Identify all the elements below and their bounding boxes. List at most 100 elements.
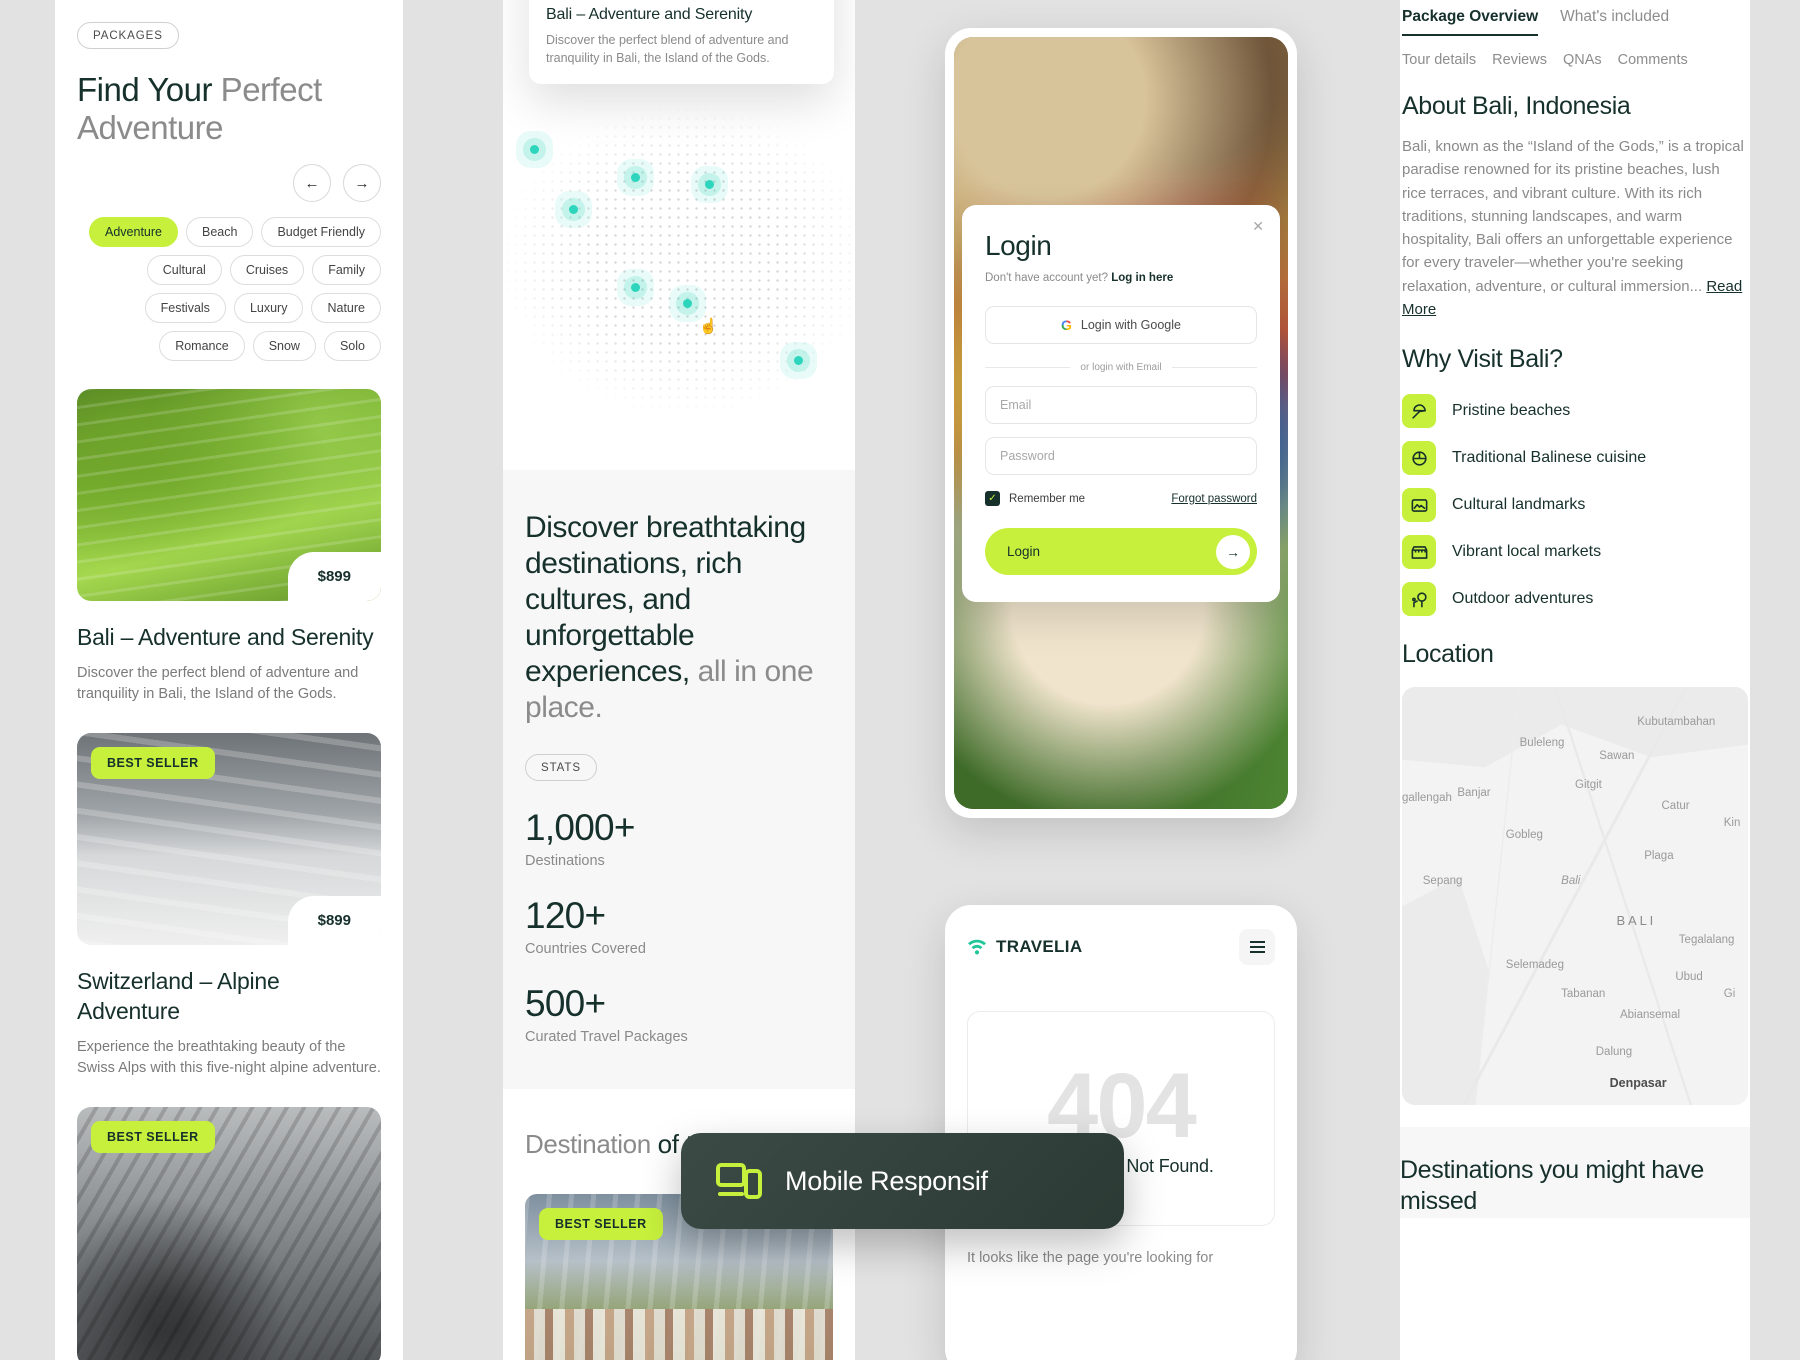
category-tag[interactable]: Cultural: [146, 255, 222, 286]
map-hotspot[interactable]: [683, 299, 692, 308]
password-placeholder: Password: [1000, 449, 1055, 463]
map-place-label: gallengah: [1402, 791, 1452, 804]
world-map-section: ☝ $899 Bali – Adventure and Serenity Dis…: [503, 0, 855, 470]
divider-line: [1171, 367, 1257, 368]
stat-value: 120+: [525, 895, 606, 936]
floating-package-card[interactable]: $899 Bali – Adventure and Serenity Disco…: [529, 0, 834, 85]
category-tag[interactable]: Nature: [311, 293, 381, 324]
carousel-prev-button[interactable]: ←: [293, 164, 331, 203]
map-hotspot[interactable]: [794, 356, 803, 365]
market-stall-icon: [1402, 535, 1436, 569]
page-title: Find Your Perfect Adventure: [77, 71, 381, 146]
mobile-responsive-icon: [716, 1163, 762, 1199]
arrow-left-icon: ←: [304, 174, 320, 192]
arrow-right-icon: →: [1216, 534, 1250, 569]
map-place-label: Gi: [1723, 987, 1736, 1000]
map-place-label: Bali: [1561, 875, 1581, 888]
brand-logo[interactable]: TRAVELIA: [967, 937, 1082, 957]
stats-section: Discover breathtaking destinations, rich…: [503, 470, 855, 1089]
map-place-label: Kubutambahan: [1637, 716, 1716, 729]
best-seller-badge: BEST SELLER: [91, 747, 215, 780]
stat-value: 1,000+: [525, 807, 636, 848]
packages-badge: PACKAGES: [77, 22, 179, 49]
map-place-label: Buleleng: [1519, 737, 1565, 750]
package-title[interactable]: Bali – Adventure and Serenity: [77, 623, 381, 652]
why-visit-item: Vibrant local markets: [1402, 535, 1748, 569]
map-hotspot[interactable]: [631, 283, 640, 292]
stat-label: Destinations: [525, 853, 605, 869]
login-submit-button[interactable]: Login →: [985, 528, 1257, 575]
package-image-bali[interactable]: $899: [77, 389, 381, 602]
category-tag[interactable]: Family: [312, 255, 381, 286]
package-image-paris[interactable]: BEST SELLER: [77, 1106, 381, 1360]
best-seller-badge: BEST SELLER: [91, 1120, 215, 1153]
category-tag[interactable]: Romance: [159, 331, 245, 362]
login-signup-link[interactable]: Log in here: [1111, 272, 1173, 284]
category-tag[interactable]: Budget Friendly: [261, 217, 381, 248]
remember-me-checkbox[interactable]: ✓: [985, 491, 1000, 506]
hamburger-icon: [1249, 946, 1265, 948]
map-place-label: Denpasar: [1609, 1075, 1667, 1090]
password-field[interactable]: Password: [985, 437, 1257, 475]
package-price: $899: [287, 896, 381, 946]
location-title: Location: [1402, 640, 1494, 668]
close-icon[interactable]: ✕: [1252, 218, 1264, 235]
map-hotspot[interactable]: [631, 173, 640, 182]
map-place-label: Selemadeg: [1505, 958, 1564, 971]
tab-what-s-included[interactable]: What's included: [1560, 8, 1669, 34]
location-map[interactable]: Kubutambahan Buleleng Sawan Gitgit gallengah…: [1402, 687, 1748, 1105]
category-tag[interactable]: Festivals: [144, 293, 226, 324]
why-visit-list: Pristine beaches Traditional Balinese cui…: [1402, 394, 1748, 616]
secondary-tabs: Tour details Reviews QNAs Comments: [1402, 52, 1748, 68]
map-roads: [1402, 687, 1748, 1105]
tab-qnas[interactable]: QNAs: [1563, 52, 1602, 68]
remember-me-group[interactable]: ✓ Remember me: [985, 491, 1085, 506]
why-visit-title: Why Visit Bali?: [1402, 345, 1563, 373]
tab-reviews[interactable]: Reviews: [1492, 52, 1547, 68]
package-description: Experience the breathtaking beauty of th…: [77, 1038, 381, 1076]
package-image-switzerland[interactable]: BEST SELLER $899: [77, 733, 381, 946]
forgot-password-link[interactable]: Forgot password: [1171, 493, 1257, 505]
carousel-next-button[interactable]: →: [343, 164, 381, 203]
login-options-row: ✓ Remember me Forgot password: [985, 491, 1257, 506]
page-title-strong: Find Your: [77, 71, 221, 108]
map-place-label: Sepang: [1422, 875, 1463, 888]
map-place-label: Banjar: [1457, 787, 1491, 800]
tab-tour-details[interactable]: Tour details: [1402, 52, 1476, 68]
package-price: $899: [287, 552, 381, 602]
map-hotspot[interactable]: [705, 180, 714, 189]
stat-label: Countries Covered: [525, 941, 646, 957]
login-subtitle-text: Don't have account yet?: [985, 272, 1112, 284]
category-tag[interactable]: Solo: [323, 331, 381, 362]
login-modal: ✕ Login Don't have account yet? Log in h…: [962, 205, 1280, 602]
why-visit-item: Cultural landmarks: [1402, 488, 1748, 522]
stat-label: Curated Travel Packages: [525, 1029, 688, 1045]
map-place-label: Catur: [1661, 799, 1690, 812]
about-title: About Bali, Indonesia: [1402, 92, 1631, 120]
why-visit-item: Traditional Balinese cuisine: [1402, 441, 1748, 475]
login-title: Login: [985, 230, 1052, 261]
package-title[interactable]: Switzerland – Alpine Adventure: [77, 967, 381, 1025]
hamburger-menu-button[interactable]: [1239, 929, 1275, 965]
about-body: Bali, known as the “Island of the Gods,”…: [1402, 135, 1748, 321]
map-place-label: Dalung: [1595, 1046, 1633, 1059]
category-tag[interactable]: Beach: [185, 217, 254, 248]
email-field[interactable]: Email: [985, 386, 1257, 424]
map-hotspot[interactable]: [530, 145, 539, 154]
food-bowl-icon: [1402, 441, 1436, 475]
map-hotspot[interactable]: [569, 205, 578, 214]
category-tag[interactable]: Luxury: [233, 293, 304, 324]
email-placeholder: Email: [1000, 398, 1032, 412]
destination-heading-light: Destination: [525, 1129, 658, 1159]
tab-package-overview[interactable]: Package Overview: [1402, 8, 1539, 36]
stats-headline: Discover breathtaking destinations, rich…: [525, 510, 833, 726]
google-login-button[interactable]: G Login with Google: [985, 306, 1257, 344]
why-visit-label: Traditional Balinese cuisine: [1452, 449, 1647, 466]
category-tag[interactable]: Snow: [252, 331, 316, 362]
category-filter-list: Adventure Beach Budget Friendly Cultural Cru…: [55, 217, 403, 362]
category-tag[interactable]: Cruises: [229, 255, 305, 286]
tab-comments[interactable]: Comments: [1618, 52, 1688, 68]
why-visit-label: Pristine beaches: [1452, 402, 1571, 419]
category-tag[interactable]: Adventure: [89, 217, 178, 248]
about-body-text: Bali, known as the “Island of the Gods,”…: [1402, 138, 1744, 295]
